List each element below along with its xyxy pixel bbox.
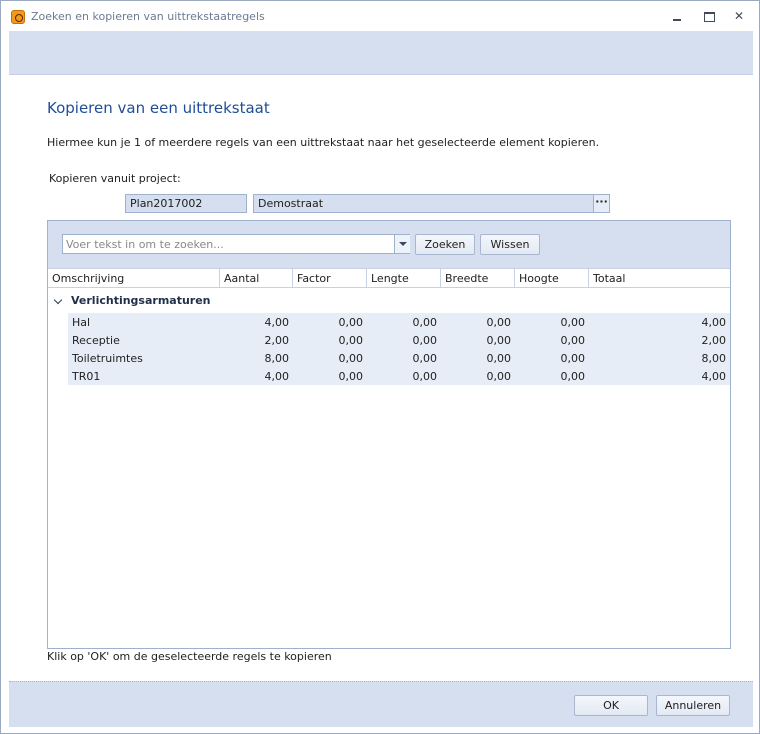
group-row[interactable]: Verlichtingsarmaturen: [48, 291, 730, 311]
browse-project-button[interactable]: ···: [593, 194, 610, 213]
header-band: [9, 31, 753, 75]
group-label: Verlichtingsarmaturen: [71, 294, 211, 307]
table-row[interactable]: Toiletruimtes 8,00 0,00 0,00 0,00 0,00 8…: [68, 349, 730, 367]
cell-lengte: 0,00: [412, 316, 438, 329]
app-logo-icon: [11, 10, 25, 24]
search-input[interactable]: [63, 235, 393, 253]
cell-hoogte: 0,00: [560, 352, 586, 365]
cell-hoogte: 0,00: [560, 370, 586, 383]
table-row[interactable]: TR01 4,00 0,00 0,00 0,00 0,00 4,00: [68, 367, 730, 385]
column-header-aantal[interactable]: Aantal: [220, 269, 293, 288]
button-bar: OK Annuleren: [9, 681, 753, 727]
cell-lengte: 0,00: [412, 352, 438, 365]
project-label: Kopieren vanuit project:: [49, 172, 181, 185]
cell-hoogte: 0,00: [560, 334, 586, 347]
cell-factor: 0,00: [338, 370, 364, 383]
cell-breedte: 0,00: [486, 316, 512, 329]
page-title: Kopieren van een uittrekstaat: [47, 99, 270, 117]
cell-omschrijving: TR01: [72, 370, 101, 383]
chevron-down-icon[interactable]: [394, 235, 410, 253]
cell-aantal: 4,00: [264, 316, 290, 329]
column-header-lengte[interactable]: Lengte: [367, 269, 441, 288]
column-header-hoogte[interactable]: Hoogte: [515, 269, 589, 288]
footer-note: Klik op 'OK' om de geselecteerde regels …: [47, 650, 332, 663]
dialog-window: Zoeken en kopieren van uittrekstaatregel…: [0, 0, 760, 734]
title-bar[interactable]: Zoeken en kopieren van uittrekstaatregel…: [1, 1, 759, 31]
close-icon[interactable]: ✕: [731, 9, 747, 23]
cell-totaal: 8,00: [701, 352, 727, 365]
minimize-icon[interactable]: [669, 9, 685, 23]
project-name-field[interactable]: Demostraat: [253, 194, 595, 213]
cell-factor: 0,00: [338, 334, 364, 347]
maximize-icon[interactable]: [701, 9, 717, 23]
cell-breedte: 0,00: [486, 352, 512, 365]
column-header-factor[interactable]: Factor: [293, 269, 367, 288]
chevron-down-icon[interactable]: [53, 295, 63, 305]
column-header-totaal[interactable]: Totaal: [589, 269, 730, 288]
cell-aantal: 4,00: [264, 370, 290, 383]
search-panel: Zoeken Wissen: [48, 221, 730, 268]
cell-totaal: 4,00: [701, 370, 727, 383]
table-row[interactable]: Receptie 2,00 0,00 0,00 0,00 0,00 2,00: [68, 331, 730, 349]
clear-button[interactable]: Wissen: [480, 234, 540, 255]
cancel-button[interactable]: Annuleren: [656, 695, 730, 716]
cell-totaal: 2,00: [701, 334, 727, 347]
cell-aantal: 2,00: [264, 334, 290, 347]
ok-button[interactable]: OK: [574, 695, 648, 716]
cell-aantal: 8,00: [264, 352, 290, 365]
cell-omschrijving: Hal: [72, 316, 91, 329]
results-grid: Zoeken Wissen Omschrijving Aantal Factor…: [47, 220, 731, 649]
cell-factor: 0,00: [338, 316, 364, 329]
cell-hoogte: 0,00: [560, 316, 586, 329]
cell-lengte: 0,00: [412, 334, 438, 347]
dialog-content: Kopieren van een uittrekstaat Hiermee ku…: [9, 76, 753, 680]
cell-lengte: 0,00: [412, 370, 438, 383]
column-header-omschrijving[interactable]: Omschrijving: [48, 269, 220, 288]
cell-breedte: 0,00: [486, 370, 512, 383]
cell-breedte: 0,00: [486, 334, 512, 347]
project-code-field[interactable]: Plan2017002: [125, 194, 247, 213]
search-button[interactable]: Zoeken: [415, 234, 475, 255]
intro-text: Hiermee kun je 1 of meerdere regels van …: [47, 136, 600, 149]
column-header-breedte[interactable]: Breedte: [441, 269, 515, 288]
cell-omschrijving: Receptie: [72, 334, 120, 347]
window-title: Zoeken en kopieren van uittrekstaatregel…: [31, 10, 265, 23]
table-row[interactable]: Hal 4,00 0,00 0,00 0,00 0,00 4,00: [68, 313, 730, 331]
cell-totaal: 4,00: [701, 316, 727, 329]
search-combobox[interactable]: [62, 234, 410, 254]
column-header-row: Omschrijving Aantal Factor Lengte Breedt…: [48, 268, 730, 288]
cell-omschrijving: Toiletruimtes: [72, 352, 143, 365]
cell-factor: 0,00: [338, 352, 364, 365]
